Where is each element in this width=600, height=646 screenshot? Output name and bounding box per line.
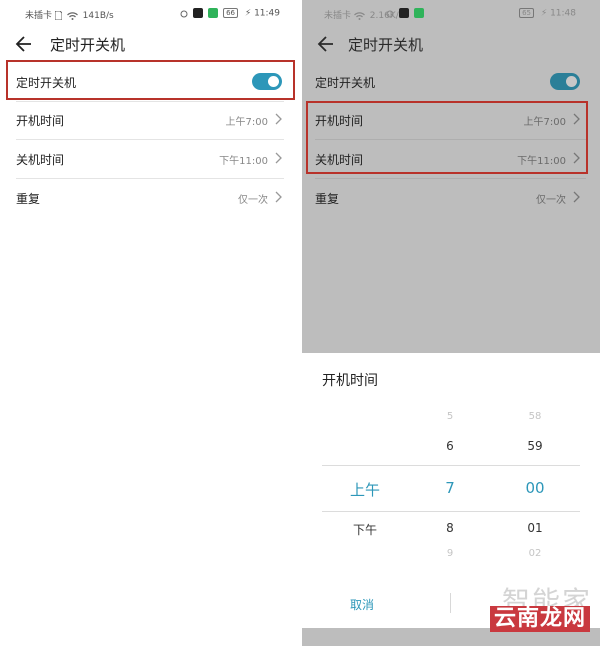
button-separator xyxy=(450,593,451,613)
clock-time: 11:48 xyxy=(550,8,576,19)
row-label: 定时开关机 xyxy=(315,76,376,90)
chevron-right-icon xyxy=(275,191,282,203)
picker-ampm[interactable]: 上午 xyxy=(335,479,395,500)
picker-hour[interactable]: 6 xyxy=(420,439,480,453)
tiktok-icon xyxy=(193,8,204,18)
selection-divider xyxy=(322,511,580,512)
network-speed: 141B/s xyxy=(82,11,114,21)
scheduled-power-row[interactable]: 定时开关机 xyxy=(16,63,284,102)
wifi-icon xyxy=(66,11,78,20)
sim-icon xyxy=(54,11,62,20)
row-value: 下午11:00 xyxy=(517,156,566,167)
power-off-time-row[interactable]: 关机时间 下午11:00 xyxy=(315,140,586,179)
status-bar: 未插卡 141B/s 66 ⚡ 11:49 xyxy=(0,0,298,26)
row-label: 开机时间 xyxy=(315,114,364,128)
row-value: 上午7:00 xyxy=(225,117,268,128)
charging-icon: ⚡ xyxy=(244,8,252,19)
battery-level: 66 xyxy=(226,9,235,17)
picker-minute[interactable]: 01 xyxy=(505,521,565,535)
row-label: 开机时间 xyxy=(16,114,65,128)
row-value: 上午7:00 xyxy=(523,117,566,128)
repeat-row[interactable]: 重复 仅一次 xyxy=(315,179,586,217)
picker-row-selected: 上午 7 00 xyxy=(322,479,580,519)
status-bar: 未插卡 2.16K/s 65 ⚡ 11:48 xyxy=(302,0,600,26)
picker-row: 6 59 xyxy=(322,439,580,479)
wifi-icon xyxy=(353,11,365,20)
alarm-icon xyxy=(386,10,394,17)
repeat-row[interactable]: 重复 仅一次 xyxy=(16,179,284,217)
row-value: 仅一次 xyxy=(238,195,268,206)
picker-minute[interactable]: 58 xyxy=(505,411,565,422)
app-header: 定时开关机 xyxy=(302,26,600,62)
clock-time: 11:49 xyxy=(254,8,280,19)
page-title: 定时开关机 xyxy=(348,36,424,54)
chevron-right-icon xyxy=(573,152,580,164)
wechat-icon xyxy=(208,8,219,18)
power-off-time-row[interactable]: 关机时间 下午11:00 xyxy=(16,140,284,179)
power-on-time-row[interactable]: 开机时间 上午7:00 xyxy=(315,101,586,140)
watermark-badge: 云南龙网 xyxy=(489,606,590,632)
picker-hour[interactable]: 8 xyxy=(420,521,480,535)
picker-hour[interactable]: 7 xyxy=(420,479,480,497)
cancel-button[interactable]: 取消 xyxy=(350,596,374,613)
battery-icon: 66 xyxy=(223,8,238,18)
row-label: 关机时间 xyxy=(16,153,65,167)
chevron-right-icon xyxy=(573,191,580,203)
power-on-time-row[interactable]: 开机时间 上午7:00 xyxy=(16,101,284,140)
toggle-knob xyxy=(268,76,279,87)
carrier-text: 未插卡 xyxy=(324,11,352,21)
scheduled-power-row[interactable]: 定时开关机 xyxy=(315,63,586,102)
tiktok-icon xyxy=(399,8,410,18)
selection-divider xyxy=(322,465,580,466)
row-label: 关机时间 xyxy=(315,153,364,167)
carrier-text: 未插卡 xyxy=(25,11,53,21)
picker-hour[interactable]: 5 xyxy=(420,411,480,422)
chevron-right-icon xyxy=(275,152,282,164)
back-arrow-icon[interactable] xyxy=(14,34,34,54)
alarm-icon xyxy=(180,10,188,17)
scheduled-power-toggle[interactable] xyxy=(252,73,282,90)
back-arrow-icon[interactable] xyxy=(316,34,336,54)
picker-minute[interactable]: 00 xyxy=(505,479,565,497)
row-value: 下午11:00 xyxy=(219,156,268,167)
app-header: 定时开关机 xyxy=(0,26,298,62)
toggle-knob xyxy=(566,76,577,87)
battery-icon: 65 xyxy=(519,8,534,18)
right-screen: 未插卡 2.16K/s 65 ⚡ 11:48 定时开关机 定时开关机 开机时间 … xyxy=(302,0,600,646)
charging-icon: ⚡ xyxy=(540,8,548,19)
picker-minute[interactable]: 02 xyxy=(505,548,565,559)
left-screen: 未插卡 141B/s 66 ⚡ 11:49 定时开关机 定时开关机 开机时间 上… xyxy=(0,0,298,646)
row-label: 定时开关机 xyxy=(16,76,77,90)
battery-level: 65 xyxy=(522,9,531,17)
chevron-right-icon xyxy=(573,113,580,125)
sheet-title: 开机时间 xyxy=(322,373,378,389)
picker-hour[interactable]: 9 xyxy=(420,548,480,559)
scheduled-power-toggle[interactable] xyxy=(550,73,580,90)
row-label: 重复 xyxy=(315,192,340,206)
chevron-right-icon xyxy=(275,113,282,125)
picker-minute[interactable]: 59 xyxy=(505,439,565,453)
row-value: 仅一次 xyxy=(536,195,566,206)
picker-ampm[interactable]: 下午 xyxy=(335,521,395,538)
page-title: 定时开关机 xyxy=(50,36,126,54)
wechat-icon xyxy=(414,8,425,18)
row-label: 重复 xyxy=(16,192,41,206)
